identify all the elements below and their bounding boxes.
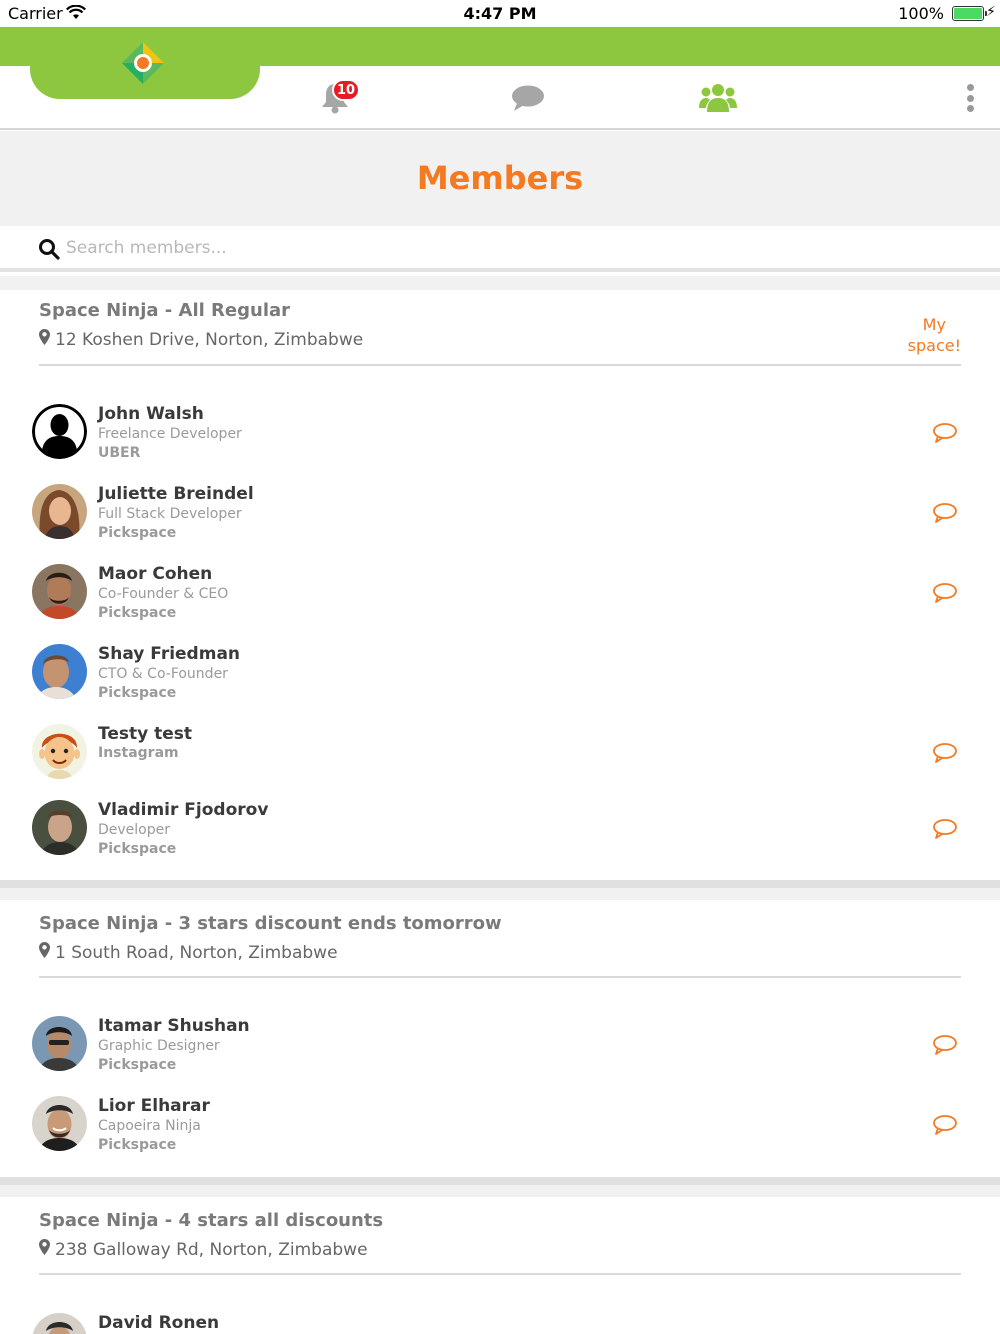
more-vertical-icon [966,84,974,91]
members-icon [699,82,737,118]
space-header[interactable]: Space Ninja - 4 stars all discounts 238 … [39,1210,961,1275]
list-item[interactable]: David Ronen [0,1313,1000,1334]
chat-icon[interactable] [932,742,958,764]
member-company: UBER [98,445,141,461]
list-item[interactable]: John Walsh Freelance Developer UBER [0,404,1000,474]
chat-icon[interactable] [932,582,958,604]
space-address: 12 Koshen Drive, Norton, Zimbabwe [55,329,364,350]
member-name: David Ronen [98,1313,220,1333]
member-role: CTO & Co-Founder [98,666,228,682]
member-name: Lior Elharar [98,1096,210,1116]
list-item[interactable]: Shay Friedman CTO & Co-Founder Pickspace [0,644,1000,714]
member-name: John Walsh [98,404,204,424]
avatar [32,724,87,779]
space-name: Space Ninja - 4 stars all discounts [39,1210,384,1231]
clock: 4:47 PM [463,4,537,23]
chat-bubble-icon [511,84,545,116]
messages-button[interactable] [508,80,548,120]
section-divider [0,880,1000,900]
member-name: Maor Cohen [98,564,213,584]
member-role: Graphic Designer [98,1038,220,1054]
chat-icon[interactable] [932,422,958,444]
list-item[interactable]: Juliette Breindel Full Stack Developer P… [0,484,1000,554]
member-name: Juliette Breindel [98,484,254,504]
avatar [32,564,87,619]
avatar [32,1313,87,1334]
section-divider [0,276,1000,290]
space-address: 1 South Road, Norton, Zimbabwe [55,942,338,963]
member-name: Itamar Shushan [98,1016,250,1036]
space-header[interactable]: Space Ninja - 3 stars discount ends tomo… [39,913,961,978]
location-pin-icon [39,1239,50,1260]
battery-percentage: 100% [898,4,944,23]
my-space-label[interactable]: My space! [908,314,961,356]
list-item[interactable]: Itamar Shushan Graphic Designer Pickspac… [0,1016,1000,1086]
member-company: Instagram [98,745,179,761]
search-input[interactable] [66,234,666,262]
battery-icon [952,6,987,21]
chat-icon[interactable] [932,1114,958,1136]
more-menu-button[interactable] [964,84,976,112]
member-role: Full Stack Developer [98,506,242,522]
member-company: Pickspace [98,685,177,701]
search-icon [38,238,60,264]
member-company: Pickspace [98,605,177,621]
avatar [32,1096,87,1151]
charging-icon: ⚡ [986,4,996,20]
avatar [32,644,87,699]
section-divider [0,1177,1000,1197]
avatar [32,1016,87,1071]
member-name: Vladimir Fjodorov [98,800,269,820]
space-header[interactable]: Space Ninja - All Regular 12 Koshen Driv… [39,300,961,366]
member-role: Capoeira Ninja [98,1118,201,1134]
status-bar: Carrier 4:47 PM 100% ⚡ [0,0,1000,27]
avatar [32,404,87,459]
location-pin-icon [39,942,50,963]
member-company: Pickspace [98,1137,177,1153]
space-address: 238 Galloway Rd, Norton, Zimbabwe [55,1239,368,1260]
title-band: Members [0,131,1000,226]
space-name: Space Ninja - 3 stars discount ends tomo… [39,913,502,934]
member-role: Co-Founder & CEO [98,586,229,602]
list-item[interactable]: Maor Cohen Co-Founder & CEO Pickspace [0,564,1000,634]
member-company: Pickspace [98,841,177,857]
member-company: Pickspace [98,525,177,541]
list-item[interactable]: Vladimir Fjodorov Developer Pickspace [0,800,1000,870]
space-name: Space Ninja - All Regular [39,300,291,321]
member-name: Shay Friedman [98,644,241,664]
notifications-badge: 10 [332,79,361,101]
member-name: Testy test [98,724,193,744]
chat-icon[interactable] [932,1034,958,1056]
list-item[interactable]: Testy test Instagram [0,724,1000,794]
member-role: Freelance Developer [98,426,242,442]
search-bar [0,226,1000,272]
page-title: Members [416,159,584,197]
location-pin-icon [39,329,50,350]
member-company: Pickspace [98,1057,177,1073]
chat-icon[interactable] [932,502,958,524]
member-role: Developer [98,822,171,838]
list-item[interactable]: Lior Elharar Capoeira Ninja Pickspace [0,1096,1000,1166]
logo-icon[interactable] [120,40,166,86]
chat-icon[interactable] [932,818,958,840]
members-button[interactable] [698,80,738,120]
avatar [32,800,87,855]
avatar [32,484,87,539]
